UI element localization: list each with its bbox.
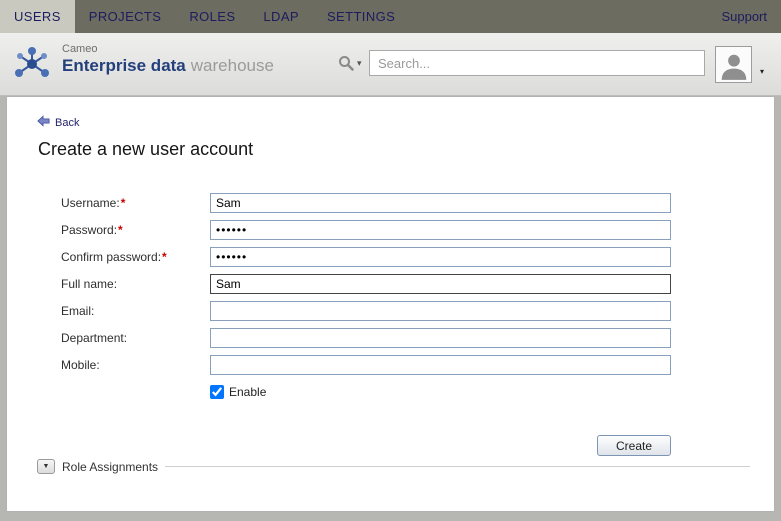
brand-warehouse: warehouse [191, 56, 274, 75]
required-mark: * [121, 196, 126, 210]
search-icon[interactable] [337, 54, 355, 77]
page-title: Create a new user account [38, 139, 253, 160]
form-row-full-name: Full name: [61, 270, 671, 297]
form-row-email: Email: [61, 297, 671, 324]
brand-title: Enterprise data warehouse [62, 56, 274, 75]
back-link[interactable]: Back [37, 114, 79, 132]
form-row-password: Password:* [61, 216, 671, 243]
user-avatar[interactable] [715, 46, 752, 83]
create-button[interactable]: Create [597, 435, 671, 456]
role-assignments-section: ▼ Role Assignments [37, 459, 750, 474]
required-mark: * [162, 250, 167, 264]
role-assignments-toggle[interactable]: ▼ [37, 459, 55, 474]
brand-enterprise-data: Enterprise data [62, 56, 186, 75]
field-label: Department: [61, 331, 210, 345]
username-input[interactable] [210, 193, 671, 213]
brand-cameo: Cameo [62, 43, 274, 55]
brand: Cameo Enterprise data warehouse [62, 43, 274, 75]
field-label: Email: [61, 304, 210, 318]
top-navigation: USERS PROJECTS ROLES LDAP SETTINGS Suppo… [0, 0, 781, 33]
form-row-mobile: Mobile: [61, 351, 671, 378]
field-label: Username:* [61, 196, 210, 210]
enable-checkbox[interactable] [210, 385, 224, 399]
role-assignments-label: Role Assignments [62, 460, 158, 474]
search-dropdown-caret-icon[interactable]: ▾ [357, 58, 362, 69]
mobile-input[interactable] [210, 355, 671, 375]
content-panel: Back Create a new user account Username:… [6, 96, 775, 512]
person-icon [718, 50, 750, 82]
app-header: Cameo Enterprise data warehouse ▾ ▾ [0, 33, 781, 96]
search-input[interactable] [369, 50, 705, 76]
avatar-dropdown-caret-icon[interactable]: ▾ [760, 67, 764, 76]
field-label: Full name: [61, 277, 210, 291]
department-input[interactable] [210, 328, 671, 348]
password-input[interactable] [210, 220, 671, 240]
confirm-password-input[interactable] [210, 247, 671, 267]
back-label: Back [55, 117, 79, 129]
enable-label[interactable]: Enable [229, 385, 266, 399]
nav-item-projects[interactable]: PROJECTS [75, 0, 176, 33]
form-row-department: Department: [61, 324, 671, 351]
field-label: Confirm password:* [61, 250, 210, 264]
nav-item-support[interactable]: Support [707, 0, 781, 33]
cameo-logo-icon [10, 44, 54, 89]
nav-item-ldap[interactable]: LDAP [249, 0, 313, 33]
field-label: Mobile: [61, 358, 210, 372]
section-divider [165, 466, 750, 467]
create-user-form: Username:* Password:* Confirm password:*… [61, 189, 671, 399]
form-row-confirm-password: Confirm password:* [61, 243, 671, 270]
field-label: Password:* [61, 223, 210, 237]
back-arrow-icon [37, 114, 50, 132]
enable-row: Enable [210, 385, 671, 399]
triangle-down-icon: ▼ [43, 463, 50, 470]
email-input[interactable] [210, 301, 671, 321]
nav-item-settings[interactable]: SETTINGS [313, 0, 409, 33]
form-row-username: Username:* [61, 189, 671, 216]
required-mark: * [118, 223, 123, 237]
full-name-input[interactable] [210, 274, 671, 294]
nav-item-roles[interactable]: ROLES [175, 0, 249, 33]
nav-item-users[interactable]: USERS [0, 0, 75, 33]
